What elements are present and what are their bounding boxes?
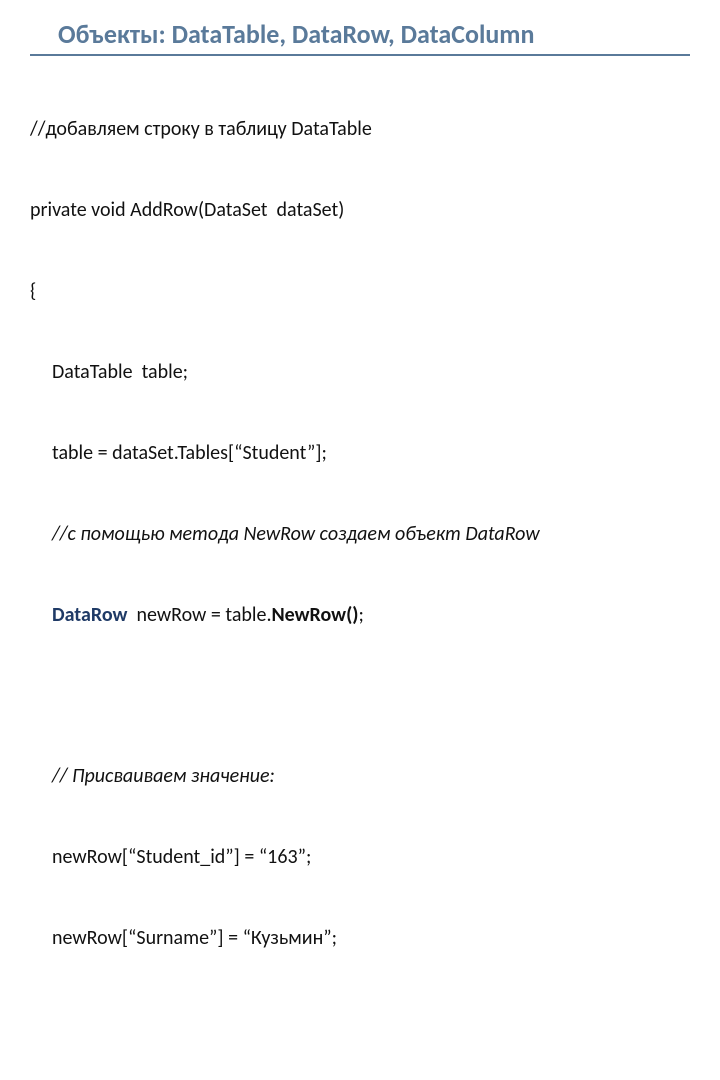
code-line: { <box>30 278 690 305</box>
code-line-comment: //с помощью метода NewRow создаем объект… <box>52 521 690 548</box>
code-line: newRow[“Surname”] = “Кузьмин”; <box>52 925 690 952</box>
code-text: newRow = table. <box>127 603 271 627</box>
code-line: DataTable table; <box>52 359 690 386</box>
code-line: table = dataSet.Tables[“Student”]; <box>52 440 690 467</box>
method-newrow: NewRow() <box>272 603 359 627</box>
code-text: ; <box>359 603 364 627</box>
code-line: private void AddRow(DataSet dataSet) <box>30 197 690 224</box>
blank-line <box>30 1006 690 1032</box>
title-underline <box>30 54 690 56</box>
keyword-datarow: DataRow <box>52 603 127 627</box>
code-line: //добавляем строку в таблицу DataTable <box>30 116 690 143</box>
code-line-comment: // Присваиваем значение: <box>52 763 690 790</box>
code-block: //добавляем строку в таблицу DataTable p… <box>30 62 690 1080</box>
code-line: DataRow newRow = table.NewRow(); <box>52 602 690 629</box>
code-line: newRow[“Student_id”] = “163”; <box>52 844 690 871</box>
slide-title: Объекты: DataTable, DataRow, DataColumn <box>30 20 690 50</box>
blank-line <box>30 683 690 709</box>
